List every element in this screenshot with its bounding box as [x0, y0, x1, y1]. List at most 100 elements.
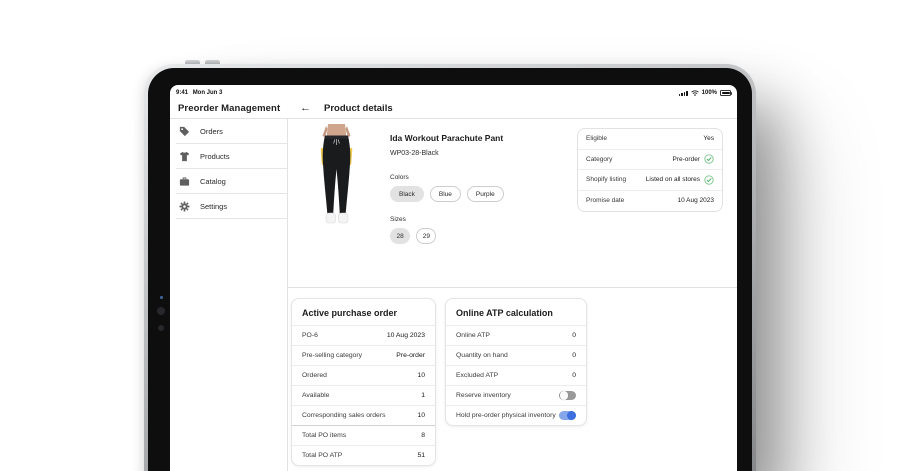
row-label: Hold pre-order physical inventory [456, 412, 556, 419]
row-value: 10 Aug 2023 [386, 332, 425, 339]
check-circle-icon [704, 175, 714, 185]
sidebar-item-label: Settings [200, 202, 228, 211]
wifi-icon [690, 90, 699, 96]
cellular-signal-icon [678, 90, 688, 96]
row-value: 0 [572, 332, 576, 339]
eligibility-row-shopify-listing: Shopify listing Listed on all stores [578, 170, 722, 191]
po-row-total-atp: Total PO ATP 51 [292, 445, 435, 465]
row-value: 51 [417, 452, 425, 459]
sizes-label: Sizes [390, 216, 406, 223]
row-label: Available [302, 392, 330, 399]
status-bar: 9:41 Mon Jun 3 100% [170, 85, 737, 99]
sidebar-item-catalog[interactable]: Catalog [170, 169, 287, 194]
eligibility-row-promise-date: Promise date 10 Aug 2023 [578, 191, 722, 212]
card-title: Online ATP calculation [456, 308, 553, 318]
front-camera-icon [157, 307, 165, 315]
size-options: 28 29 [390, 228, 504, 244]
online-atp-card: Online ATP calculation Online ATP 0 Quan… [445, 298, 587, 426]
row-label: PO-6 [302, 332, 318, 339]
row-label: Ordered [302, 372, 327, 379]
status-time: 9:41 [176, 90, 189, 96]
eligibility-row-eligible: Eligible Yes [578, 129, 722, 150]
row-value: Yes [703, 135, 714, 143]
row-value: 1 [421, 392, 425, 399]
sidebar-item-settings[interactable]: Settings [170, 194, 287, 219]
battery-percentage: 100% [701, 90, 717, 96]
gear-icon [178, 201, 190, 213]
main-content: Ida Workout Parachute Pant WP03-28-Black… [288, 119, 737, 471]
check-circle-icon [704, 154, 714, 164]
po-row-total-items: Total PO items 8 [292, 425, 435, 445]
color-options: Black Blue Purple [390, 186, 504, 202]
row-label: Pre-selling category [302, 352, 363, 359]
po-row: PO-6 10 Aug 2023 [292, 325, 435, 345]
color-chip-black[interactable]: Black [390, 186, 424, 202]
eligibility-row-category: Category Pre-order [578, 150, 722, 170]
atp-row: Online ATP 0 [446, 325, 586, 345]
row-value: 8 [421, 432, 425, 439]
row-label: Corresponding sales orders [302, 412, 386, 419]
row-label: Reserve inventory [456, 392, 511, 399]
row-label: Category [586, 155, 613, 163]
sidebar-item-label: Products [200, 152, 230, 161]
app-header: Preorder Management ← Product details [170, 99, 737, 119]
po-row: Pre-selling category Pre-order [292, 345, 435, 365]
hold-preorder-inventory-toggle[interactable] [559, 410, 576, 421]
cards-section: Active purchase order PO-6 10 Aug 2023 P… [288, 288, 737, 471]
status-indicators: 100% [678, 90, 732, 96]
row-value: 10 [417, 372, 425, 379]
product-info: Ida Workout Parachute Pant WP03-28-Black… [390, 133, 504, 244]
status-time-date: 9:41 Mon Jun 3 [176, 90, 225, 96]
sidebar: Orders Products Catalog Settings [170, 119, 288, 471]
row-value: 0 [572, 372, 576, 379]
row-label: Promise date [586, 197, 625, 205]
colors-label: Colors [390, 174, 409, 181]
atp-row-hold-inventory: Hold pre-order physical inventory [446, 405, 586, 425]
row-value: Pre-order [396, 352, 425, 359]
status-date: Mon Jun 3 [192, 90, 223, 96]
color-chip-blue[interactable]: Blue [429, 186, 461, 202]
color-chip-purple[interactable]: Purple [466, 186, 504, 202]
product-section: Ida Workout Parachute Pant WP03-28-Black… [288, 119, 737, 288]
row-label: Total PO items [302, 432, 347, 439]
reserve-inventory-toggle[interactable] [559, 390, 576, 401]
eligibility-card: Eligible Yes Category Pre-order Shopify … [577, 128, 723, 212]
app-screen: 9:41 Mon Jun 3 100% Preorder Management [170, 85, 737, 471]
page-title: Product details [324, 103, 393, 114]
product-photo [306, 124, 367, 232]
product-sku: WP03-28-Black [390, 150, 439, 157]
shirt-icon [178, 151, 190, 163]
po-row: Available 1 [292, 385, 435, 405]
row-label: Online ATP [456, 332, 490, 339]
size-chip-29[interactable]: 29 [416, 228, 437, 244]
row-label: Shopify listing [586, 176, 627, 184]
row-value: Pre-order [672, 155, 700, 163]
page-header: ← Product details [288, 103, 393, 115]
size-chip-28[interactable]: 28 [390, 228, 411, 244]
camera-lens-icon [158, 325, 164, 331]
sidebar-item-products[interactable]: Products [170, 144, 287, 169]
product-title: Ida Workout Parachute Pant [390, 133, 504, 143]
po-row: Ordered 10 [292, 365, 435, 385]
row-label: Quantity on hand [456, 352, 508, 359]
po-row: Corresponding sales orders 10 [292, 405, 435, 425]
row-value: 10 Aug 2023 [677, 197, 714, 205]
row-label: Eligible [586, 135, 607, 143]
row-value: Listed on all stores [645, 176, 700, 184]
page: 9:41 Mon Jun 3 100% Preorder Management [0, 0, 900, 471]
sidebar-item-label: Catalog [200, 177, 226, 186]
sidebar-item-orders[interactable]: Orders [170, 119, 287, 144]
row-label: Excluded ATP [456, 372, 499, 379]
back-button[interactable]: ← [300, 103, 311, 114]
sidebar-item-label: Orders [200, 127, 223, 136]
atp-row-reserve-inventory: Reserve inventory [446, 385, 586, 405]
atp-row: Quantity on hand 0 [446, 345, 586, 365]
row-value: 0 [572, 352, 576, 359]
briefcase-icon [178, 176, 190, 188]
battery-icon [720, 90, 732, 96]
camera-sensor-dot [160, 296, 163, 299]
app-title: Preorder Management [178, 103, 281, 114]
atp-row: Excluded ATP 0 [446, 365, 586, 385]
active-purchase-order-card: Active purchase order PO-6 10 Aug 2023 P… [291, 298, 436, 466]
tag-icon [178, 126, 190, 138]
